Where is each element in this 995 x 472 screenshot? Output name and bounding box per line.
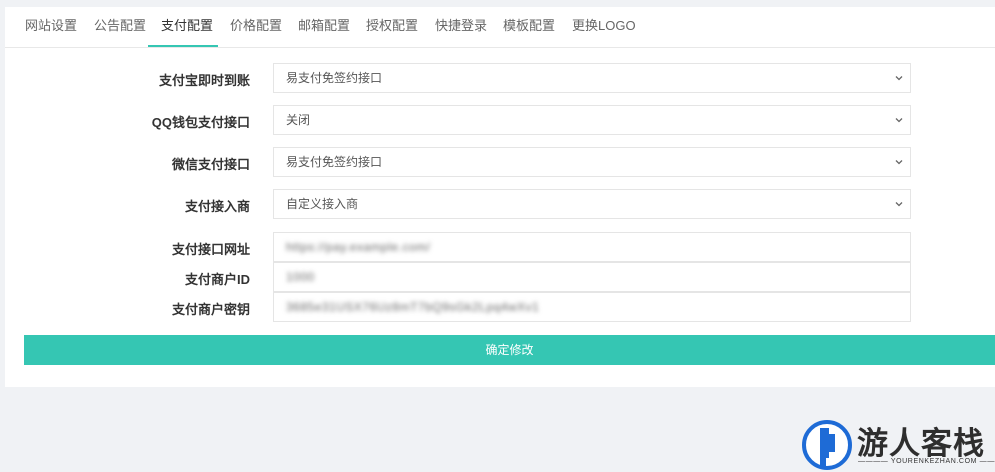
merchant-key-value: 3685e31USX76Uz8mT7bQ9sGk2Lpq4wXv1 [286,300,540,314]
tab-bar: 网站设置 公告配置 支付配置 价格配置 邮箱配置 授权配置 快捷登录 模板配置 … [5,7,995,48]
merchant-id-label: 支付商户ID [184,272,250,287]
chevron-down-icon [895,202,903,207]
qqpay-select[interactable]: 关闭 [273,105,911,135]
tab-license[interactable]: 授权配置 [366,7,418,47]
api-url-value: https://pay.example.com/ [286,240,431,254]
api-url-input[interactable]: https://pay.example.com/ [273,232,911,262]
tab-quick-login[interactable]: 快捷登录 [435,7,487,47]
tab-change-logo[interactable]: 更换LOGO [572,7,636,47]
provider-select[interactable]: 自定义接入商 [273,189,911,219]
watermark-logo: 游人客栈 ———— YOURENKEZHAN.COM ———— [800,418,995,472]
chevron-down-icon [895,76,903,81]
alipay-select[interactable]: 易支付免签约接口 [273,63,911,93]
merchant-id-value: 1000 [286,270,315,284]
watermark-dash-right: ———— [979,458,995,465]
wxpay-select[interactable]: 易支付免签约接口 [273,147,911,177]
provider-select-value: 自定义接入商 [286,197,359,211]
merchant-id-input[interactable]: 1000 [273,262,911,292]
tab-email[interactable]: 邮箱配置 [298,7,350,47]
provider-label: 支付接入商 [184,199,250,214]
wxpay-select-value: 易支付免签约接口 [286,155,383,169]
settings-card: 网站设置 公告配置 支付配置 价格配置 邮箱配置 授权配置 快捷登录 模板配置 … [5,7,995,387]
watermark-subtitle: ———— YOURENKEZHAN.COM ———— [858,458,995,465]
chevron-down-icon [895,118,903,123]
tab-announcement[interactable]: 公告配置 [94,7,146,47]
tab-template[interactable]: 模板配置 [503,7,555,47]
merchant-key-input[interactable]: 3685e31USX76Uz8mT7bQ9sGk2Lpq4wXv1 [273,292,911,322]
tab-site-settings[interactable]: 网站设置 [25,7,77,47]
watermark-subtitle-text: YOURENKEZHAN.COM [890,458,978,465]
watermark-title: 游人客栈 [857,426,985,462]
merchant-key-label: 支付商户密钥 [171,302,250,317]
submit-button[interactable]: 确定修改 [24,335,995,365]
qqpay-select-value: 关闭 [286,113,311,127]
alipay-select-value: 易支付免签约接口 [286,71,383,85]
wxpay-label: 微信支付接口 [171,157,250,172]
alipay-label: 支付宝即时到账 [158,73,250,88]
chevron-down-icon [895,160,903,165]
tab-price[interactable]: 价格配置 [230,7,282,47]
watermark-dash-left: ———— [858,458,891,465]
api-url-label: 支付接口网址 [171,242,250,257]
tab-payment[interactable]: 支付配置 [148,7,218,47]
logo-mark-icon [802,420,852,470]
qqpay-label: QQ钱包支付接口 [151,115,250,130]
